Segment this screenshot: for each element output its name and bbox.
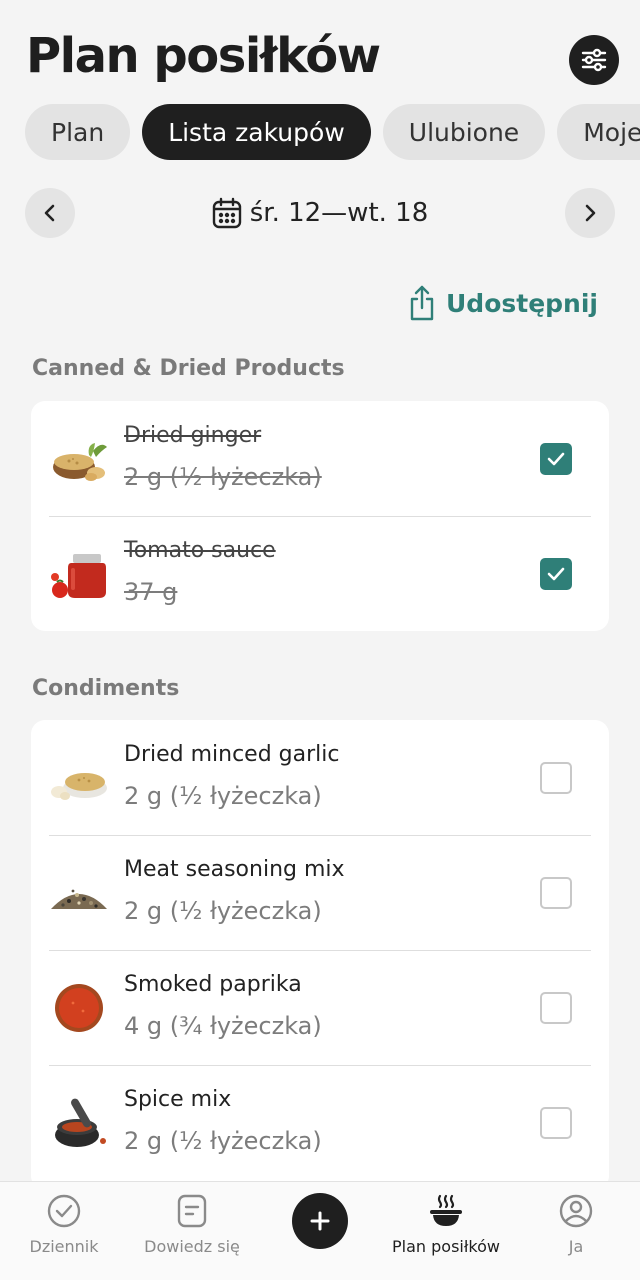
- garlic-icon: [51, 773, 107, 800]
- checkmark-icon: [547, 567, 565, 581]
- date-range-label: śr. 12—wt. 18: [249, 198, 429, 228]
- share-label: Udostępnij: [446, 288, 598, 318]
- section-title-condiments: Condiments: [32, 676, 180, 701]
- list-item[interactable]: Spice mix 2 g (½ łyżeczka): [31, 1065, 609, 1180]
- share-icon: [410, 285, 434, 321]
- bowl-icon: [430, 1194, 462, 1226]
- date-range[interactable]: śr. 12—wt. 18: [25, 188, 615, 238]
- list-item[interactable]: Dried ginger 2 g (½ łyżeczka): [31, 401, 609, 516]
- tab-shopping-list[interactable]: Lista zakupów: [142, 104, 371, 160]
- nav-diary[interactable]: Dziennik: [0, 1182, 128, 1280]
- item-name: Spice mix: [124, 1087, 232, 1112]
- checkmark-icon: [547, 452, 565, 466]
- item-name: Tomato sauce: [124, 538, 276, 563]
- list-item[interactable]: Smoked paprika 4 g (¾ łyżeczka): [31, 950, 609, 1065]
- list-item[interactable]: Tomato sauce 37 g: [31, 516, 609, 631]
- nav-label: Ja: [568, 1237, 584, 1256]
- item-checkbox[interactable]: [540, 1107, 572, 1139]
- item-name: Smoked paprika: [124, 972, 302, 997]
- item-quantity: 4 g (¾ łyżeczka): [124, 1012, 322, 1040]
- item-checkbox[interactable]: [540, 762, 572, 794]
- nav-label: Plan posiłków: [392, 1237, 500, 1256]
- item-name: Dried ginger: [124, 423, 262, 448]
- filter-button[interactable]: [569, 35, 619, 85]
- nav-profile[interactable]: Ja: [512, 1182, 640, 1280]
- item-quantity: 2 g (½ łyżeczka): [124, 897, 322, 925]
- shopping-card-canned: Dried ginger 2 g (½ łyżeczka) Tomato sau…: [31, 401, 609, 631]
- item-checkbox[interactable]: [540, 877, 572, 909]
- page-title: Plan posiłków: [26, 28, 381, 84]
- chevron-right-icon: [585, 204, 596, 222]
- item-checkbox[interactable]: [540, 992, 572, 1024]
- spice-mix-icon: [55, 1098, 106, 1147]
- ginger-icon: [53, 443, 107, 481]
- item-name: Dried minced garlic: [124, 742, 340, 767]
- sliders-icon: [581, 48, 607, 72]
- add-button[interactable]: [292, 1193, 348, 1249]
- item-checkbox[interactable]: [540, 558, 572, 590]
- item-checkbox[interactable]: [540, 443, 572, 475]
- calendar-icon: [212, 197, 241, 229]
- document-icon: [177, 1194, 207, 1228]
- tab-plan[interactable]: Plan: [25, 104, 131, 160]
- plus-icon: [310, 1211, 330, 1231]
- seasoning-icon: [51, 889, 107, 909]
- tab-mine[interactable]: Moje: [557, 104, 640, 160]
- item-name: Meat seasoning mix: [124, 857, 345, 882]
- user-icon: [559, 1194, 593, 1228]
- tomato-sauce-icon: [51, 554, 106, 598]
- nav-label: Dziennik: [29, 1237, 99, 1256]
- section-title-canned: Canned & Dried Products: [32, 356, 345, 381]
- nav-learn[interactable]: Dowiedz się: [128, 1182, 256, 1280]
- list-item[interactable]: Dried minced garlic 2 g (½ łyżeczka): [31, 720, 609, 835]
- item-quantity: 2 g (½ łyżeczka): [124, 463, 322, 491]
- nav-label: Dowiedz się: [144, 1237, 240, 1256]
- item-quantity: 2 g (½ łyżeczka): [124, 782, 322, 810]
- list-item[interactable]: Meat seasoning mix 2 g (½ łyżeczka): [31, 835, 609, 950]
- bottom-navigation: Dziennik Dowiedz się Plan posiłków Ja: [0, 1181, 640, 1280]
- share-button[interactable]: Udostępnij: [408, 282, 598, 324]
- item-quantity: 37 g: [124, 578, 178, 606]
- tab-favorites[interactable]: Ulubione: [382, 104, 546, 160]
- date-navigation: śr. 12—wt. 18: [25, 188, 615, 238]
- next-week-button[interactable]: [565, 188, 615, 238]
- paprika-icon: [55, 984, 103, 1032]
- shopping-card-condiments: Dried minced garlic 2 g (½ łyżeczka) Mea…: [31, 720, 609, 1190]
- item-quantity: 2 g (½ łyżeczka): [124, 1127, 322, 1155]
- nav-meal-plan[interactable]: Plan posiłków: [382, 1182, 510, 1280]
- check-circle-icon: [47, 1194, 81, 1228]
- tab-bar: Plan Lista zakupów Ulubione Moje: [25, 104, 640, 160]
